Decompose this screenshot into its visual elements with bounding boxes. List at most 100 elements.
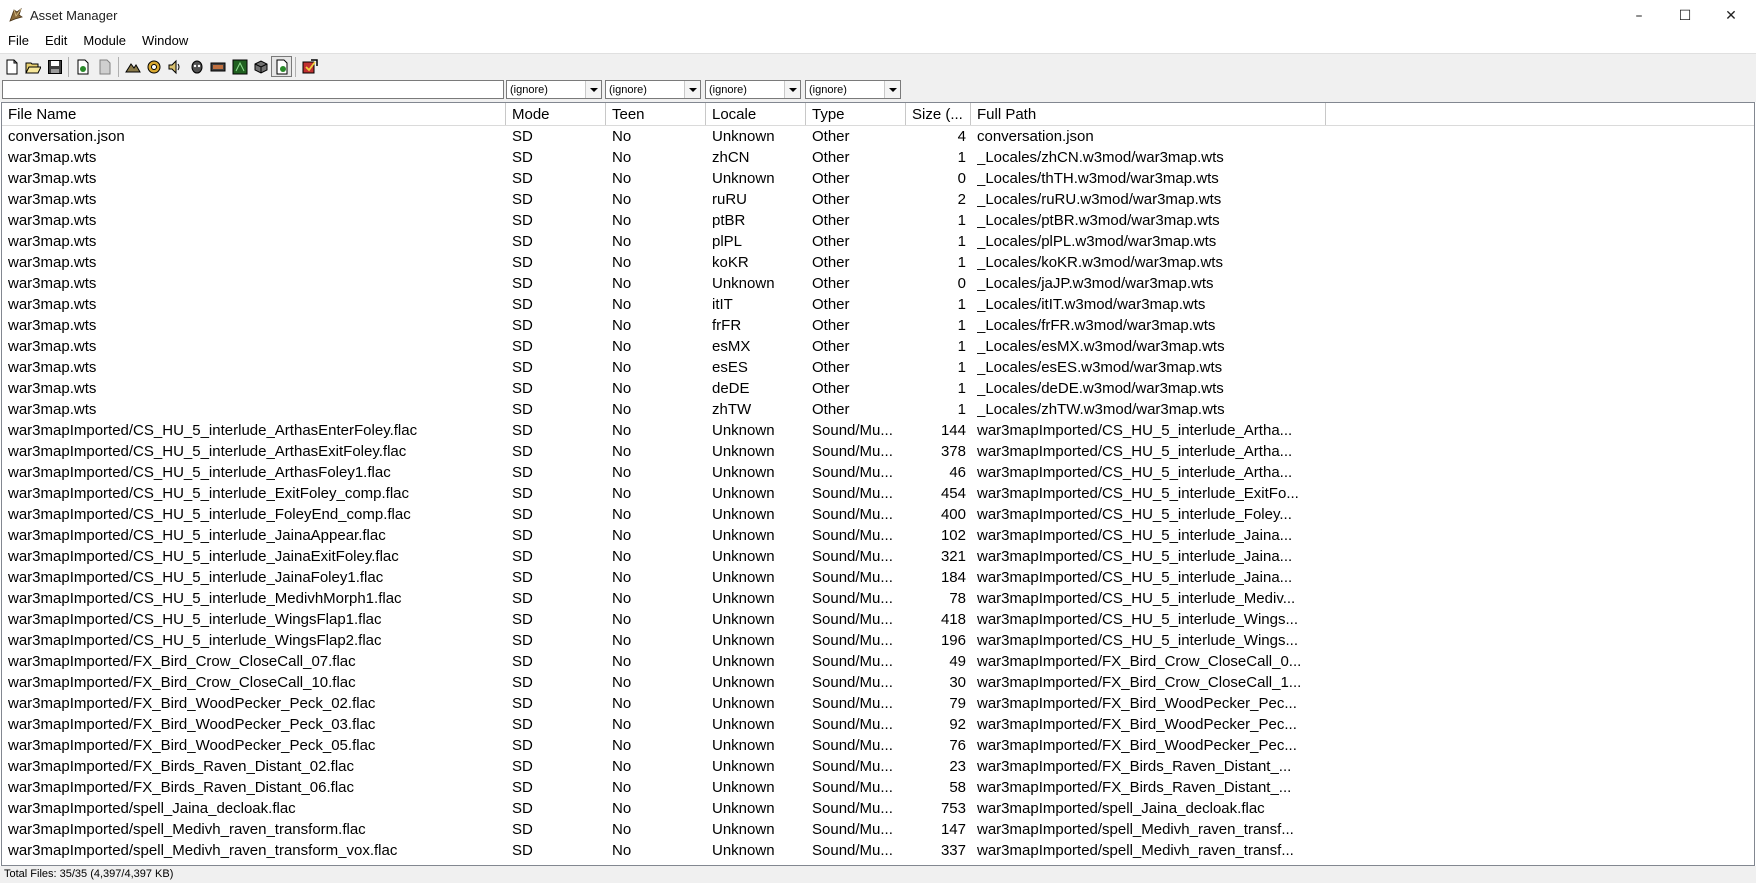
new-button[interactable]: [1, 56, 22, 77]
column-size[interactable]: Size (...: [906, 103, 971, 125]
unit-editor-button[interactable]: [250, 56, 271, 77]
type-cell: Other: [812, 296, 850, 313]
table-row[interactable]: war3mapImported/CS_HU_5_interlude_JainaF…: [2, 567, 1754, 588]
table-row[interactable]: war3mapImported/CS_HU_5_interlude_WingsF…: [2, 609, 1754, 630]
file-name-cell: war3mapImported/CS_HU_5_interlude_ExitFo…: [8, 485, 410, 502]
table-row[interactable]: war3mapImported/CS_HU_5_interlude_Arthas…: [2, 462, 1754, 483]
file-name-cell: war3mapImported/CS_HU_5_interlude_JainaE…: [8, 548, 399, 565]
locale-cell: Unknown: [712, 611, 775, 628]
locale-cell: ptBR: [712, 212, 746, 229]
maximize-button[interactable]: ☐: [1662, 0, 1708, 31]
table-row[interactable]: war3map.wts SD No zhTW Other 1 _Locales/zhTW.w…: [2, 399, 1754, 420]
close-button[interactable]: ✕: [1708, 0, 1754, 31]
table-row[interactable]: war3mapImported/CS_HU_5_interlude_JainaE…: [2, 546, 1754, 567]
table-row[interactable]: war3map.wts SD No esES Other 1 _Locales/esES.w…: [2, 357, 1754, 378]
search-input[interactable]: [2, 80, 504, 99]
table-row[interactable]: war3map.wts SD No koKR Other 1 _Locales/koKR.w…: [2, 252, 1754, 273]
open-button[interactable]: [22, 56, 43, 77]
import-button[interactable]: [72, 56, 93, 77]
table-row[interactable]: conversation.json SD No Unknown Other 4 conver…: [2, 126, 1754, 147]
full-path-cell: war3mapImported/spell_Jaina_decloak.flac: [977, 800, 1265, 817]
type-filter-select[interactable]: (ignore): [805, 80, 901, 99]
table-row[interactable]: war3map.wts SD No Unknown Other 0 _Locales/jaJ…: [2, 273, 1754, 294]
locale-filter-select[interactable]: (ignore): [705, 80, 801, 99]
table-row[interactable]: war3map.wts SD No ruRU Other 2 _Locales/ruRU.w…: [2, 189, 1754, 210]
chevron-down-icon[interactable]: [884, 81, 900, 98]
sound-editor-button[interactable]: [164, 56, 185, 77]
table-row[interactable]: war3mapImported/CS_HU_5_interlude_Medivh…: [2, 588, 1754, 609]
type-cell: Other: [812, 338, 850, 355]
table-row[interactable]: war3mapImported/FX_Birds_Raven_Distant_0…: [2, 777, 1754, 798]
table-row[interactable]: war3map.wts SD No itIT Other 1 _Locales/itIT.w…: [2, 294, 1754, 315]
table-row[interactable]: war3mapImported/FX_Bird_WoodPecker_Peck_…: [2, 693, 1754, 714]
teen-cell: No: [612, 737, 632, 754]
mode-cell: SD: [512, 842, 533, 859]
table-row[interactable]: war3map.wts SD No zhCN Other 1 _Locales/zhCN.w…: [2, 147, 1754, 168]
column-file-name[interactable]: File Name: [2, 103, 506, 125]
menu-file[interactable]: File: [0, 31, 37, 51]
chevron-down-icon[interactable]: [585, 81, 601, 98]
table-row[interactable]: war3mapImported/spell_Medivh_raven_trans…: [2, 819, 1754, 840]
test-map-button[interactable]: [299, 56, 320, 77]
mode-cell: SD: [512, 800, 533, 817]
minimize-button[interactable]: –: [1616, 0, 1662, 31]
column-locale[interactable]: Locale: [706, 103, 806, 125]
object-editor-button[interactable]: [143, 56, 164, 77]
table-row[interactable]: war3mapImported/CS_HU_5_interlude_WingsF…: [2, 630, 1754, 651]
asset-manager-button[interactable]: [271, 56, 292, 77]
chevron-down-icon[interactable]: [684, 81, 700, 98]
column-mode[interactable]: Mode: [506, 103, 606, 125]
column-type[interactable]: Type: [806, 103, 906, 125]
save-button[interactable]: [44, 56, 65, 77]
full-path-cell: _Locales/ptBR.w3mod/war3map.wts: [977, 212, 1220, 229]
chevron-down-icon[interactable]: [784, 81, 800, 98]
menu-window[interactable]: Window: [134, 31, 196, 51]
table-row[interactable]: war3mapImported/CS_HU_5_interlude_JainaA…: [2, 525, 1754, 546]
teen-cell: No: [612, 191, 632, 208]
table-row[interactable]: war3mapImported/FX_Bird_Crow_CloseCall_1…: [2, 672, 1754, 693]
ai-editor-button[interactable]: [186, 56, 207, 77]
teen-cell: No: [612, 842, 632, 859]
teen-filter-select[interactable]: (ignore): [605, 80, 701, 99]
type-cell: Sound/Mu...: [812, 821, 893, 838]
table-row[interactable]: war3mapImported/FX_Bird_Crow_CloseCall_0…: [2, 651, 1754, 672]
table-row[interactable]: war3mapImported/CS_HU_5_interlude_ExitFo…: [2, 483, 1754, 504]
locale-cell: Unknown: [712, 590, 775, 607]
size-cell: 79: [949, 695, 966, 712]
table-row[interactable]: war3mapImported/FX_Bird_WoodPecker_Peck_…: [2, 735, 1754, 756]
table-row[interactable]: war3map.wts SD No plPL Other 1 _Locales/plPL.w…: [2, 231, 1754, 252]
trigger-editor-button[interactable]: [207, 56, 228, 77]
table-row[interactable]: war3mapImported/spell_Jaina_decloak.flac…: [2, 798, 1754, 819]
mode-filter-select[interactable]: (ignore): [506, 80, 602, 99]
size-cell: 147: [940, 821, 966, 838]
table-row[interactable]: war3map.wts SD No Unknown Other 0 _Locales/thT…: [2, 168, 1754, 189]
column-teen[interactable]: Teen: [606, 103, 706, 125]
terrain-editor-button[interactable]: [122, 56, 143, 77]
menu-module[interactable]: Module: [75, 31, 134, 51]
table-row[interactable]: war3mapImported/CS_HU_5_interlude_FoleyE…: [2, 504, 1754, 525]
file-name-cell: war3map.wts: [8, 296, 97, 313]
mode-cell: SD: [512, 527, 533, 544]
menu-edit[interactable]: Edit: [37, 31, 75, 51]
locale-cell: Unknown: [712, 275, 775, 292]
table-row[interactable]: war3mapImported/spell_Medivh_raven_trans…: [2, 840, 1754, 861]
table-row[interactable]: war3mapImported/FX_Bird_WoodPecker_Peck_…: [2, 714, 1754, 735]
file-name-cell: war3map.wts: [8, 212, 97, 229]
full-path-cell: war3mapImported/CS_HU_5_interlude_Artha.…: [977, 443, 1293, 460]
file-name-cell: war3map.wts: [8, 401, 97, 418]
table-row[interactable]: war3map.wts SD No ptBR Other 1 _Locales/ptBR.w…: [2, 210, 1754, 231]
table-row[interactable]: war3mapImported/FX_Birds_Raven_Distant_0…: [2, 756, 1754, 777]
type-cell: Other: [812, 149, 850, 166]
table-row[interactable]: war3map.wts SD No frFR Other 1 _Locales/frFR.w…: [2, 315, 1754, 336]
table-row[interactable]: war3map.wts SD No esMX Other 1 _Locales/esMX.w…: [2, 336, 1754, 357]
column-full-path[interactable]: Full Path: [971, 103, 1326, 125]
document-button[interactable]: [94, 56, 115, 77]
table-row[interactable]: war3mapImported/CS_HU_5_interlude_Arthas…: [2, 441, 1754, 462]
table-row[interactable]: war3mapImported/CS_HU_5_interlude_Arthas…: [2, 420, 1754, 441]
size-cell: 49: [949, 653, 966, 670]
mode-cell: SD: [512, 443, 533, 460]
table-row[interactable]: war3map.wts SD No deDE Other 1 _Locales/deDE.w…: [2, 378, 1754, 399]
file-list[interactable]: File Name Mode Teen Locale Type Size (..…: [1, 102, 1755, 866]
terrain-button[interactable]: [229, 56, 250, 77]
full-path-cell: war3mapImported/CS_HU_5_interlude_Jaina.…: [977, 548, 1293, 565]
